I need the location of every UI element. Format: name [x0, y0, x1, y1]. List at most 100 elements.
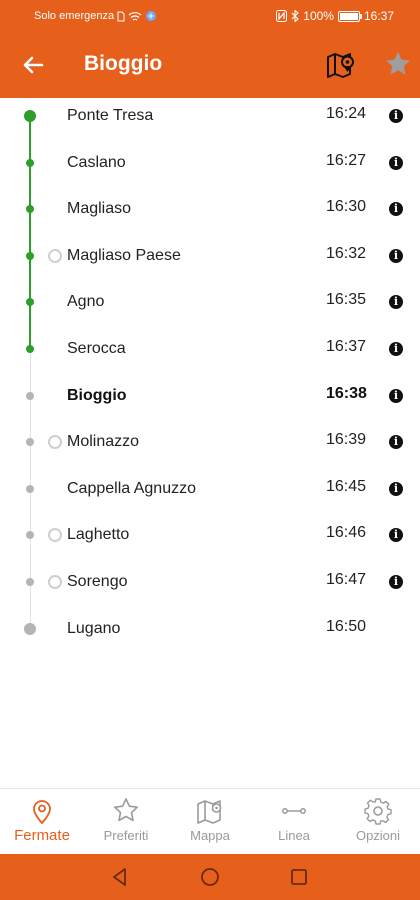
bluetooth-icon	[291, 10, 300, 22]
stop-name: Laghetto	[67, 526, 130, 544]
stop-row[interactable]: Agno 16:35 i	[0, 284, 420, 330]
info-icon[interactable]: i	[389, 528, 403, 543]
stop-dot	[26, 298, 34, 307]
info-icon[interactable]: i	[389, 248, 403, 263]
vpn-icon	[146, 11, 157, 21]
stop-time: 16:30	[326, 198, 367, 216]
stop-row[interactable]: Cappella Agnuzzo 16:45 i	[0, 471, 420, 517]
system-navigation-bar	[0, 854, 420, 900]
stop-name: Magliaso Paese	[67, 246, 181, 264]
app-bar: Bioggio	[0, 32, 420, 98]
stop-name: Sorengo	[67, 573, 128, 590]
stop-dot	[26, 345, 34, 353]
info-icon[interactable]: i	[389, 481, 403, 496]
stop-row[interactable]: Caslano 16:27 i	[0, 145, 420, 191]
info-icon[interactable]: i	[389, 342, 403, 356]
stop-row[interactable]: Molinazzo 16:39 i	[0, 424, 420, 470]
info-icon[interactable]: i	[389, 109, 403, 123]
status-right: 100% 16:37	[276, 9, 394, 23]
stop-time: 16:46	[326, 524, 367, 542]
stop-dot	[26, 251, 34, 260]
stop-name: Lugano	[67, 619, 121, 637]
recents-square-icon[interactable]	[288, 866, 310, 888]
stop-dot	[26, 578, 34, 586]
nav-label: Opzioni	[355, 828, 401, 843]
clock: 16:37	[363, 9, 394, 23]
info-icon[interactable]: i	[389, 435, 403, 450]
stop-dot	[26, 391, 34, 400]
stop-dot	[24, 622, 36, 635]
stop-time: 16:32	[326, 244, 367, 262]
stop-dot	[26, 531, 34, 540]
stop-row[interactable]: Lugano 16:50	[0, 611, 420, 657]
stop-time: 16:35	[326, 291, 367, 309]
nav-item-opzioni[interactable]: Opzioni	[336, 789, 420, 855]
stop-row[interactable]: Serocca 16:37 i	[0, 331, 420, 377]
info-icon[interactable]: i	[389, 155, 403, 170]
sim-icon	[117, 11, 125, 21]
stop-row[interactable]: Bioggio 16:38 i	[0, 378, 420, 424]
stop-row[interactable]: Magliaso Paese 16:32 i	[0, 238, 420, 284]
stop-name: Ponte Tresa	[67, 107, 154, 124]
status-left: Solo emergenza	[34, 10, 157, 22]
battery-fill	[339, 12, 358, 20]
stop-row[interactable]: Laghetto 16:46 i	[0, 517, 420, 563]
stop-row[interactable]: Ponte Tresa 16:24 i	[0, 98, 420, 144]
map-pin-icon[interactable]	[325, 50, 357, 82]
info-icon[interactable]: i	[389, 575, 403, 589]
stop-time: 16:37	[326, 338, 367, 355]
stop-name: Bioggio	[67, 386, 127, 404]
battery-icon	[337, 10, 362, 22]
star-outline-icon	[114, 798, 138, 822]
stop-request-marker	[48, 248, 62, 263]
stop-request-marker	[48, 528, 62, 543]
location-pin-icon	[33, 800, 51, 825]
stop-row[interactable]: Magliaso 16:30 i	[0, 191, 420, 237]
stop-name: Magliaso	[67, 200, 132, 218]
stop-name: Agno	[67, 293, 105, 311]
stop-time: 16:45	[326, 477, 367, 495]
stop-time: 16:27	[326, 151, 367, 169]
stop-time: 16:50	[326, 617, 367, 635]
stop-dot	[26, 205, 34, 214]
nav-item-fermate[interactable]: Fermate	[0, 789, 84, 855]
stop-time: 16:38	[326, 384, 367, 402]
favorite-star-icon[interactable]	[384, 50, 412, 78]
stop-request-marker	[48, 435, 62, 450]
stop-time: 16:39	[326, 431, 367, 449]
nav-label: Linea	[278, 828, 310, 843]
nav-item-linea[interactable]: Linea	[252, 789, 336, 855]
stop-dot	[26, 158, 34, 167]
page-title: Bioggio	[84, 52, 163, 75]
back-triangle-icon[interactable]	[109, 866, 131, 888]
bottom-navigation: Fermate Preferiti Mappa Linea Opzioni	[0, 788, 420, 855]
stop-name: Caslano	[67, 153, 126, 171]
nav-item-mappa[interactable]: Mappa	[168, 789, 252, 855]
stop-request-marker	[48, 575, 62, 589]
status-bar: Solo emergenza 100% 16:37	[0, 0, 420, 32]
line-icon	[282, 808, 306, 814]
nav-item-preferiti[interactable]: Preferiti	[84, 789, 168, 855]
stop-time: 16:24	[326, 105, 367, 122]
back-arrow-icon[interactable]	[18, 50, 48, 80]
nav-label: Preferiti	[103, 828, 149, 843]
info-icon[interactable]: i	[389, 388, 403, 403]
stop-time: 16:47	[326, 571, 367, 588]
stop-dot	[24, 110, 36, 122]
wifi-icon	[128, 11, 142, 21]
stop-dot	[26, 438, 34, 447]
battery-percent: 100%	[303, 9, 334, 23]
nav-label: Mappa	[190, 828, 230, 843]
nfc-icon	[276, 10, 288, 22]
carrier-text: Solo emergenza	[34, 10, 115, 22]
stop-name: Molinazzo	[67, 433, 140, 451]
stop-name: Cappella Agnuzzo	[67, 479, 196, 497]
stop-row[interactable]: Sorengo 16:47 i	[0, 564, 420, 610]
info-icon[interactable]: i	[389, 295, 403, 310]
stop-dot	[26, 484, 34, 493]
gear-icon	[364, 798, 392, 825]
home-circle-icon[interactable]	[199, 866, 221, 888]
map-icon	[197, 800, 222, 824]
info-icon[interactable]: i	[389, 202, 403, 217]
nav-label: Fermate	[14, 827, 70, 844]
